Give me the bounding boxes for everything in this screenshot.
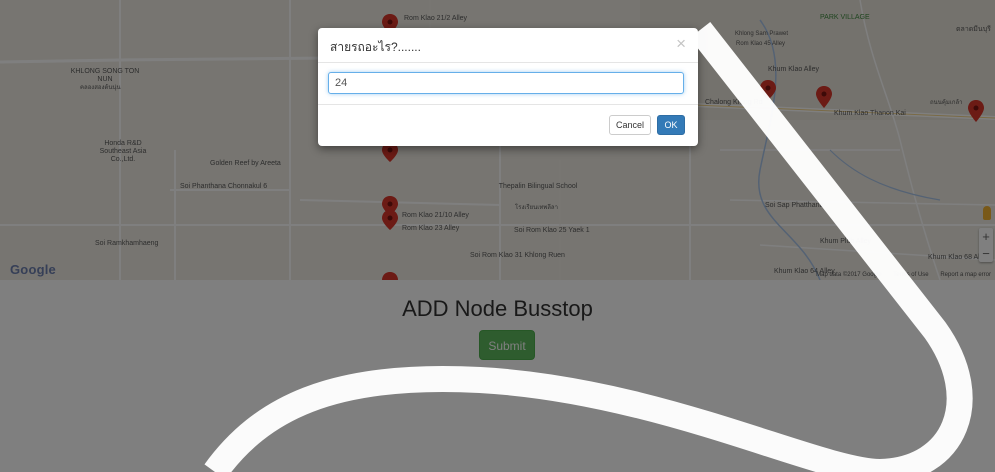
screen: Rom Klao 21/2 Alley KHLONG SONG TON NUN … bbox=[0, 0, 995, 472]
overlay-curve-graphic bbox=[204, 21, 973, 472]
